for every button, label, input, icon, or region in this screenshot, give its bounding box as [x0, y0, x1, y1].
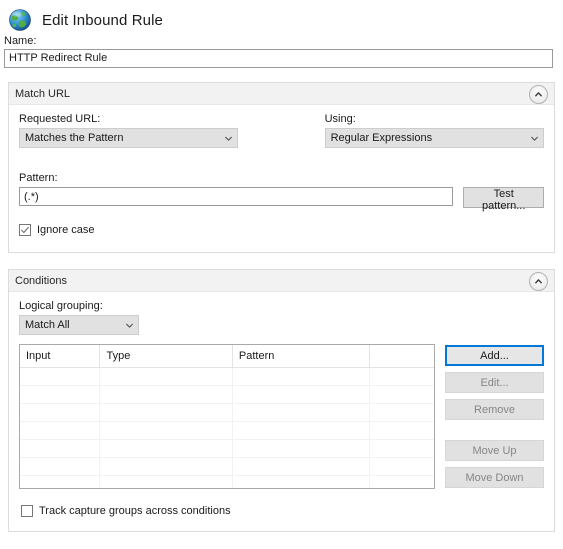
edit-button: Edit... [445, 372, 544, 393]
table-cell [233, 458, 371, 475]
chevron-up-icon[interactable] [529, 272, 548, 291]
table-cell [370, 368, 434, 385]
conditions-panel-body: Logical grouping: Match All Input Type P… [9, 292, 554, 531]
name-label: Name: [4, 35, 37, 47]
requested-url-value: Matches the Pattern [25, 132, 124, 144]
button-group-gap [445, 426, 544, 440]
table-cell [20, 404, 101, 421]
column-header-type: Type [100, 345, 233, 367]
table-cell [100, 404, 233, 421]
table-cell [370, 404, 434, 421]
test-pattern-button[interactable]: Test pattern... [463, 187, 544, 212]
table-cell [370, 386, 434, 403]
table-cell [233, 368, 371, 385]
globe-icon [8, 8, 32, 32]
column-header-pattern: Pattern [233, 345, 371, 367]
table-cell [20, 422, 101, 439]
pattern-input[interactable] [19, 187, 454, 206]
page-header: Edit Inbound Rule [0, 0, 563, 34]
table-cell [370, 440, 434, 457]
requested-url-label: Requested URL: [19, 113, 101, 125]
table-cell [20, 386, 101, 403]
check-icon [21, 226, 29, 234]
table-cell [233, 386, 371, 403]
column-header-extra [370, 345, 434, 367]
page-title: Edit Inbound Rule [42, 11, 163, 29]
table-cell [100, 458, 233, 475]
table-cell [370, 476, 434, 488]
requested-url-group: Requested URL: Matches the Pattern [19, 113, 239, 148]
table-row[interactable] [20, 368, 434, 386]
conditions-panel: Conditions Logical grouping: Match All I… [8, 269, 555, 532]
conditions-title: Conditions [15, 274, 67, 287]
table-cell [100, 440, 233, 457]
table-cell [233, 476, 371, 488]
table-cell [370, 458, 434, 475]
track-capture-groups-label: Track capture groups across conditions [39, 505, 231, 517]
chevron-down-icon [525, 134, 543, 143]
checkbox-box [21, 505, 33, 517]
table-cell [100, 422, 233, 439]
match-url-panel: Match URL Requested URL: Matches the Pat… [8, 82, 555, 253]
conditions-table-body [20, 368, 434, 488]
using-value: Regular Expressions [330, 132, 433, 144]
table-cell [100, 476, 233, 488]
checkbox-box [19, 224, 31, 236]
table-cell [233, 422, 371, 439]
table-row[interactable] [20, 404, 434, 422]
conditions-button-column: Add... Edit... Remove Move Up Move Down [445, 344, 544, 494]
table-cell [100, 386, 233, 403]
table-cell [233, 440, 371, 457]
using-group: Using: Regular Expressions [324, 113, 544, 148]
track-capture-groups-checkbox[interactable]: Track capture groups across conditions [21, 505, 544, 517]
move-up-button: Move Up [445, 440, 544, 461]
using-label: Using: [324, 113, 356, 125]
conditions-main: Input Type Pattern Add... Edit... Remove Mo… [19, 344, 544, 494]
table-cell [370, 422, 434, 439]
table-row[interactable] [20, 440, 434, 458]
logical-grouping-value: Match All [25, 319, 70, 331]
table-cell [20, 440, 101, 457]
table-cell [233, 404, 371, 421]
requested-url-select[interactable]: Matches the Pattern [19, 128, 239, 148]
pattern-row: Test pattern... [19, 187, 544, 212]
table-cell [20, 368, 101, 385]
conditions-panel-header: Conditions [9, 270, 554, 292]
using-select[interactable]: Regular Expressions [324, 128, 544, 148]
add-button[interactable]: Add... [445, 345, 544, 366]
layout-spacer [238, 113, 324, 148]
match-url-panel-header: Match URL [9, 83, 554, 105]
logical-grouping-select[interactable]: Match All [19, 315, 139, 335]
ignore-case-checkbox[interactable]: Ignore case [19, 224, 544, 236]
move-down-button: Move Down [445, 467, 544, 488]
conditions-table-header: Input Type Pattern [20, 345, 434, 368]
table-cell [100, 368, 233, 385]
pattern-label: Pattern: [19, 172, 58, 184]
logical-grouping-label: Logical grouping: [19, 300, 103, 312]
table-row[interactable] [20, 458, 434, 476]
conditions-table[interactable]: Input Type Pattern [19, 344, 435, 489]
match-url-title: Match URL [15, 87, 71, 100]
match-url-top-row: Requested URL: Matches the Pattern Using… [19, 113, 544, 148]
column-header-input: Input [20, 345, 101, 367]
table-row[interactable] [20, 476, 434, 488]
match-url-panel-body: Requested URL: Matches the Pattern Using… [9, 105, 554, 252]
table-cell [20, 458, 101, 475]
remove-button: Remove [445, 399, 544, 420]
table-row[interactable] [20, 386, 434, 404]
ignore-case-label: Ignore case [37, 224, 95, 236]
chevron-down-icon [219, 134, 237, 143]
chevron-up-icon[interactable] [529, 85, 548, 104]
table-row[interactable] [20, 422, 434, 440]
name-input[interactable] [4, 49, 553, 68]
table-cell [20, 476, 101, 488]
chevron-down-icon [120, 321, 138, 330]
